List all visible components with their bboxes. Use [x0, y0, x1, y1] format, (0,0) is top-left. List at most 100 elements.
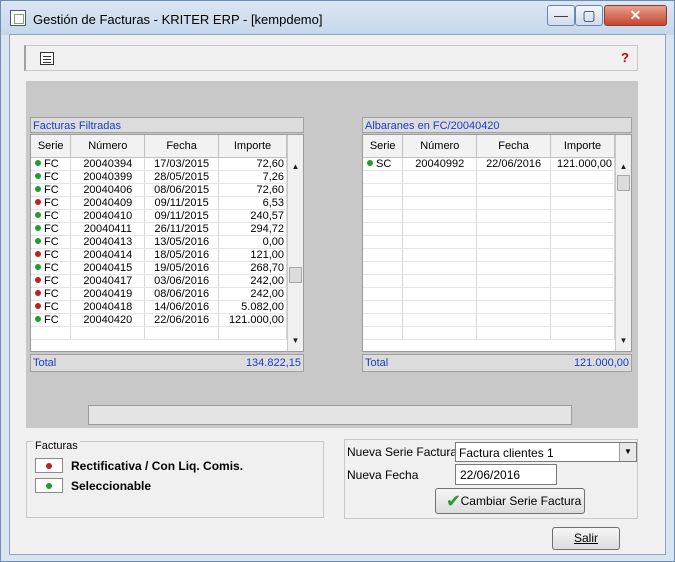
cell-numero[interactable]: 20040418 [70, 300, 146, 314]
cell-fecha[interactable]: 03/06/2016 [144, 274, 220, 288]
cell-fecha[interactable]: 08/06/2016 [144, 287, 220, 301]
table-row[interactable]: FC 20040406 08/06/2015 72,60 [31, 183, 287, 197]
cell-numero[interactable]: 20040419 [70, 287, 146, 301]
cell-importe[interactable]: 242,00 [218, 287, 287, 301]
table-row[interactable]: FC 20040409 09/11/2015 6,53 [31, 196, 287, 210]
left-grid[interactable]: Serie Número Fecha Importe FC 20040394 17/… [30, 134, 304, 352]
cell-serie[interactable]: FC [31, 157, 72, 171]
close-button[interactable]: ✕ [604, 5, 667, 26]
cell-importe[interactable]: 6,53 [218, 196, 287, 210]
cell-importe[interactable]: 0,00 [218, 235, 287, 249]
cell-importe[interactable]: 121,00 [218, 248, 287, 262]
cell-numero[interactable]: 20040399 [70, 170, 146, 184]
cell-serie[interactable]: FC [31, 209, 72, 223]
table-row[interactable]: FC 20040415 19/05/2016 268,70 [31, 261, 287, 275]
column-header-importe[interactable]: Importe [550, 135, 615, 158]
left-grid-scrollbar[interactable]: ▲ ▼ [287, 135, 303, 351]
cell-importe[interactable]: 7,26 [218, 170, 287, 184]
scroll-up-icon[interactable]: ▲ [288, 159, 303, 174]
cell-numero[interactable]: 20040413 [70, 235, 146, 249]
cell-fecha[interactable]: 08/06/2015 [144, 183, 220, 197]
cell-fecha[interactable]: 22/06/2016 [476, 157, 552, 171]
table-row[interactable]: FC 20040394 17/03/2015 72,60 [31, 157, 287, 171]
serie-select[interactable]: Factura clientes 1 ▼ [455, 442, 637, 462]
cell-fecha[interactable]: 13/05/2016 [144, 235, 220, 249]
title-bar[interactable]: Gestión de Facturas - KRITER ERP - [kemp… [1, 1, 674, 35]
right-grid[interactable]: Serie Número Fecha Importe SC 20040992 22/… [362, 134, 632, 352]
table-row[interactable]: FC 20040414 18/05/2016 121,00 [31, 248, 287, 262]
cell-importe[interactable]: 294,72 [218, 222, 287, 236]
cell-serie[interactable]: FC [31, 183, 72, 197]
cell-serie[interactable]: FC [31, 222, 72, 236]
cell-fecha[interactable]: 14/06/2016 [144, 300, 220, 314]
scroll-up-icon[interactable]: ▲ [616, 159, 631, 174]
cell-fecha[interactable]: 22/06/2016 [144, 313, 220, 327]
change-series-button[interactable]: ✔ Cambiar Serie Factura [435, 488, 585, 514]
exit-button[interactable]: Salir [552, 527, 620, 550]
scroll-thumb[interactable] [617, 175, 630, 191]
column-header-serie[interactable]: Serie [363, 135, 404, 158]
fecha-field[interactable] [455, 464, 557, 485]
cell-importe[interactable]: 240,57 [218, 209, 287, 223]
cell-numero[interactable]: 20040410 [70, 209, 146, 223]
cell-importe[interactable]: 5.082,00 [218, 300, 287, 314]
cell-serie[interactable]: SC [363, 157, 404, 171]
cell-fecha[interactable]: 26/11/2015 [144, 222, 220, 236]
column-header-serie[interactable]: Serie [31, 135, 72, 158]
cell-numero[interactable]: 20040411 [70, 222, 146, 236]
cell-serie[interactable]: FC [31, 313, 72, 327]
table-row[interactable]: SC 20040992 22/06/2016 121.000,00 [363, 157, 615, 171]
list-icon[interactable] [40, 52, 54, 65]
cell-importe[interactable]: 72,60 [218, 157, 287, 171]
cell-fecha[interactable]: 09/11/2015 [144, 209, 220, 223]
cell-numero[interactable]: 20040394 [70, 157, 146, 171]
cell-fecha[interactable]: 28/05/2015 [144, 170, 220, 184]
table-row[interactable]: FC 20040418 14/06/2016 5.082,00 [31, 300, 287, 314]
fecha-input[interactable] [458, 467, 556, 483]
cell-fecha[interactable]: 19/05/2016 [144, 261, 220, 275]
table-row[interactable]: FC 20040411 26/11/2015 294,72 [31, 222, 287, 236]
table-row[interactable]: FC 20040413 13/05/2016 0,00 [31, 235, 287, 249]
cell-numero[interactable]: 20040409 [70, 196, 146, 210]
scroll-thumb[interactable] [289, 267, 302, 283]
column-header-importe[interactable]: Importe [218, 135, 287, 158]
column-header-fecha[interactable]: Fecha [144, 135, 220, 158]
table-row[interactable]: FC 20040419 08/06/2016 242,00 [31, 287, 287, 301]
right-grid-scrollbar[interactable]: ▲ ▼ [615, 135, 631, 351]
cell-serie[interactable]: FC [31, 170, 72, 184]
cell-importe[interactable]: 242,00 [218, 274, 287, 288]
cell-serie[interactable]: FC [31, 300, 72, 314]
cell-numero[interactable]: 20040417 [70, 274, 146, 288]
cell-importe[interactable]: 72,60 [218, 183, 287, 197]
cell-fecha[interactable]: 17/03/2015 [144, 157, 220, 171]
column-header-numero[interactable]: Número [402, 135, 478, 158]
column-header-fecha[interactable]: Fecha [476, 135, 552, 158]
table-row[interactable]: FC 20040399 28/05/2015 7,26 [31, 170, 287, 184]
cell-serie[interactable]: FC [31, 235, 72, 249]
help-icon[interactable]: ? [621, 50, 629, 65]
cell-serie[interactable]: FC [31, 261, 72, 275]
cell-serie[interactable]: FC [31, 196, 72, 210]
table-row[interactable]: FC 20040417 03/06/2016 242,00 [31, 274, 287, 288]
column-header-numero[interactable]: Número [70, 135, 146, 158]
scroll-down-icon[interactable]: ▼ [288, 333, 303, 348]
minimize-button[interactable]: — [547, 5, 575, 26]
cell-numero[interactable]: 20040406 [70, 183, 146, 197]
cell-numero[interactable]: 20040414 [70, 248, 146, 262]
cell-importe[interactable]: 121.000,00 [218, 313, 287, 327]
cell-importe[interactable]: 121.000,00 [550, 157, 615, 171]
cell-importe[interactable]: 268,70 [218, 261, 287, 275]
cell-numero[interactable]: 20040420 [70, 313, 146, 327]
cell-numero[interactable]: 20040415 [70, 261, 146, 275]
table-row[interactable]: FC 20040410 09/11/2015 240,57 [31, 209, 287, 223]
cell-fecha[interactable]: 09/11/2015 [144, 196, 220, 210]
chevron-down-icon[interactable]: ▼ [619, 443, 636, 461]
scroll-down-icon[interactable]: ▼ [616, 333, 631, 348]
maximize-button[interactable]: ▢ [575, 5, 603, 26]
cell-serie[interactable]: FC [31, 274, 72, 288]
table-row[interactable]: FC 20040420 22/06/2016 121.000,00 [31, 313, 287, 327]
cell-numero[interactable]: 20040992 [402, 157, 478, 171]
cell-fecha[interactable]: 18/05/2016 [144, 248, 220, 262]
cell-serie[interactable]: FC [31, 248, 72, 262]
cell-serie[interactable]: FC [31, 287, 72, 301]
